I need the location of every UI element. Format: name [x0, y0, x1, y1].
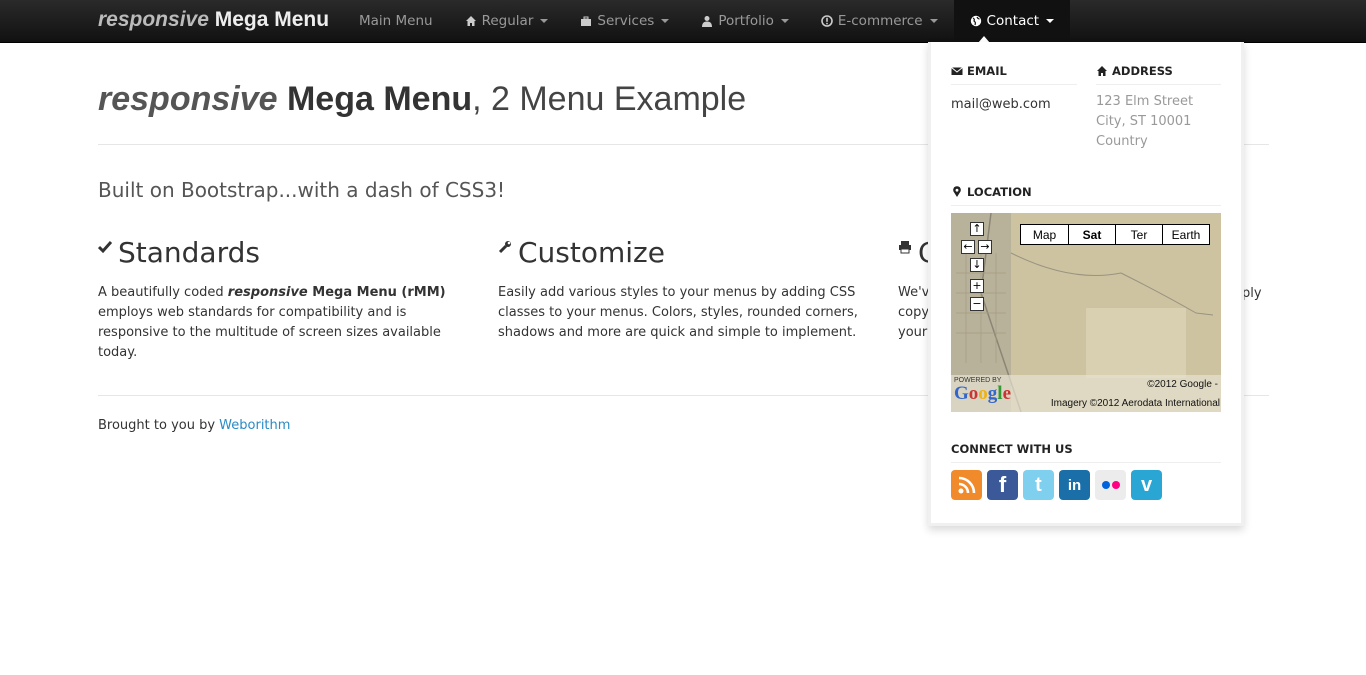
info-icon	[821, 15, 833, 27]
location-heading: LOCATION	[951, 185, 1221, 206]
linkedin-icon[interactable]: in	[1059, 470, 1090, 500]
address-heading: ADDRESS	[1096, 64, 1221, 85]
nav-item-portfolio[interactable]: Portfolio	[685, 0, 805, 42]
email-link[interactable]: mail@web.com	[951, 97, 1051, 112]
text-pre: A beautifully coded	[98, 285, 228, 300]
page-title: responsive Mega Menu, 2 Menu Example	[98, 80, 746, 119]
feature-standards: Standards A beautifully coded responsive…	[98, 236, 468, 363]
title-bold: Mega Menu	[286, 80, 473, 118]
feature-text: Easily add various styles to your menus …	[498, 285, 858, 340]
title-rest: , 2 Menu Example	[472, 80, 747, 118]
map-copyright: ©2012 Google -	[1147, 379, 1218, 390]
lead-text: Built on Bootstrap...with a dash of CSS3…	[98, 178, 506, 202]
text-italic: responsive	[227, 285, 308, 300]
caret-down-icon	[780, 19, 789, 23]
print-icon	[899, 241, 911, 254]
nav-label: Services	[597, 13, 655, 29]
caret-down-icon	[929, 19, 938, 23]
nav-item-regular[interactable]: Regular	[449, 0, 565, 42]
footer-link[interactable]: Weborithm	[219, 418, 290, 433]
nav-item-ecommerce[interactable]: E-commerce	[805, 0, 954, 42]
feature-heading: Standards	[98, 236, 468, 269]
text-post: employs web standards for compatibility …	[98, 305, 441, 360]
caret-down-icon	[661, 19, 670, 23]
pan-left-control[interactable]: ←	[961, 240, 975, 254]
feature-heading: Customize	[498, 236, 868, 269]
heading-text: ADDRESS	[1112, 64, 1173, 78]
heading-text: LOCATION	[967, 185, 1032, 199]
text-line: copy	[898, 305, 930, 320]
map-type-sat[interactable]: Sat	[1068, 225, 1115, 244]
address-text: 123 Elm Street City, ST 10001 Country	[1096, 92, 1193, 152]
address-line: City, ST 10001	[1096, 114, 1192, 129]
twitter-icon[interactable]: t	[1023, 470, 1054, 500]
briefcase-icon	[581, 16, 592, 26]
rss-icon[interactable]	[951, 470, 982, 500]
wrench-icon	[498, 241, 511, 254]
zoom-in-control[interactable]: +	[970, 279, 984, 293]
nav-label: E-commerce	[837, 13, 923, 29]
map-type-ter[interactable]: Ter	[1115, 225, 1162, 244]
user-icon	[702, 16, 713, 27]
vimeo-icon[interactable]: v	[1131, 470, 1162, 500]
map-type-earth[interactable]: Earth	[1162, 225, 1209, 244]
feature-heading-text: Customize	[518, 236, 665, 269]
map-type-selector: Map Sat Ter Earth	[1020, 224, 1210, 245]
caret-down-icon	[1046, 19, 1055, 23]
heading-text: CONNECT WITH US	[951, 442, 1073, 456]
text-line: We'v	[898, 285, 930, 300]
text-bold: Mega Menu (rMM)	[307, 285, 446, 300]
social-links: f t in v	[951, 470, 1162, 500]
pan-down-control[interactable]: ↓	[970, 258, 984, 272]
address-line: 123 Elm Street	[1096, 94, 1194, 109]
text-line: your	[898, 325, 928, 340]
feature-text: A beautifully coded responsive Mega Menu…	[98, 283, 468, 363]
pan-right-control[interactable]: →	[978, 240, 992, 254]
caret-down-icon	[540, 19, 549, 23]
zoom-out-control[interactable]: −	[970, 297, 984, 311]
location-map[interactable]: ↑ ← → ↓ + − Map Sat Ter Earth POWERED BY…	[951, 213, 1221, 412]
heading-text: EMAIL	[967, 64, 1007, 78]
pan-up-control[interactable]: ↑	[970, 222, 984, 236]
nav-item-contact[interactable]: Contact	[953, 0, 1071, 42]
google-logo[interactable]: Google	[954, 383, 1011, 405]
brand-italic: responsive	[98, 8, 209, 31]
footer-text: Brought to you by	[98, 418, 220, 433]
title-italic: responsive	[98, 80, 278, 118]
navbar: responsive Mega Menu Main Menu Regular S…	[0, 0, 1366, 43]
facebook-icon[interactable]: f	[987, 470, 1018, 500]
nav-label: Portfolio	[718, 13, 774, 29]
text-line-right: ply	[1242, 286, 1262, 301]
flickr-icon[interactable]	[1095, 470, 1126, 500]
brand-bold: Mega Menu	[214, 8, 330, 31]
home-icon	[465, 16, 476, 26]
email-heading: EMAIL	[951, 64, 1077, 85]
nav-label: Regular	[481, 13, 534, 29]
home-icon	[1097, 66, 1107, 76]
feature-heading-text: Standards	[118, 236, 260, 269]
footer: Brought to you by Weborithm	[98, 418, 290, 433]
main-nav: Main Menu Regular Services Portfolio E-c…	[343, 0, 1071, 42]
map-marker-icon	[953, 186, 961, 197]
brand-logo[interactable]: responsive Mega Menu	[98, 8, 329, 32]
connect-heading: CONNECT WITH US	[951, 442, 1221, 463]
nav-item-main-menu[interactable]: Main Menu	[343, 0, 449, 42]
envelope-icon	[951, 67, 963, 75]
globe-icon	[970, 15, 981, 27]
feature-customize: Customize Easily add various styles to y…	[498, 236, 868, 343]
check-icon	[98, 241, 112, 254]
map-type-map[interactable]: Map	[1021, 225, 1068, 244]
nav-label: Contact	[986, 13, 1040, 29]
nav-label: Main Menu	[359, 13, 433, 29]
nav-item-services[interactable]: Services	[564, 0, 685, 42]
address-line: Country	[1096, 134, 1148, 149]
map-imagery-credit: Imagery ©2012 Aerodata International	[1050, 398, 1220, 409]
